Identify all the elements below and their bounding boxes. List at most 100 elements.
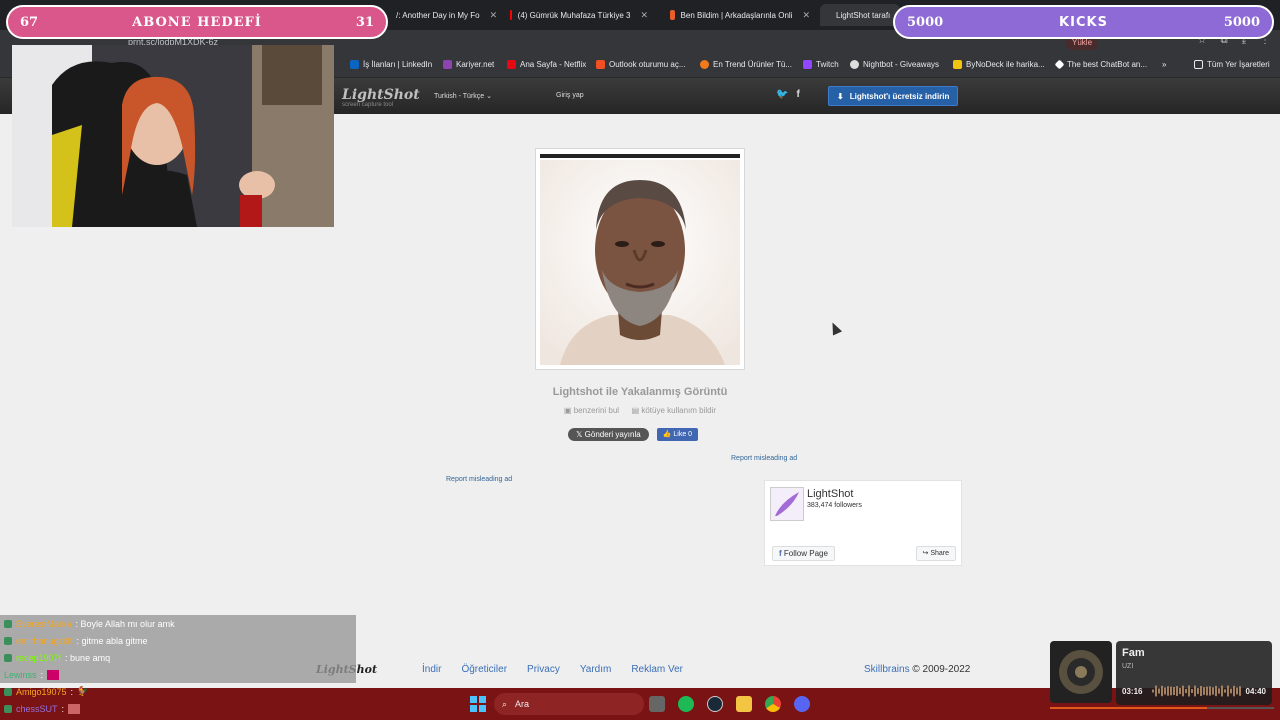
screenshot-top-bar — [540, 154, 740, 158]
facebook-page-widget: LightShot 383,474 followers f Follow Pag… — [764, 480, 962, 566]
report-misleading-ad-link[interactable]: Report misleading ad — [446, 476, 512, 483]
track-progress-bar — [1050, 707, 1274, 709]
footer-link-download[interactable]: İndir — [422, 664, 441, 675]
goal-target: 5000 — [1223, 14, 1260, 30]
close-icon[interactable]: ✕ — [640, 10, 648, 21]
chat-username: Lewinss — [4, 669, 37, 680]
badge-icon — [4, 619, 12, 628]
bookmark-linkedin[interactable]: İş İlanları | LinkedIn — [350, 60, 432, 69]
chat-message: Lewinss: — [0, 666, 356, 683]
steam-icon[interactable] — [707, 696, 723, 712]
goal-current: 67 — [20, 14, 39, 30]
chat-message: recep1907f: bune amq — [0, 649, 356, 666]
lightshot-logo[interactable]: LightShot — [342, 87, 420, 103]
browser-tab-2[interactable]: (4) Gümrük Muhafaza Türkiye 3 ✕ — [500, 4, 658, 26]
share-buttons: 𝕏 Gönderi yayınla 👍 Like 0 — [568, 428, 699, 441]
goal-current: 5000 — [907, 14, 944, 30]
chrome-icon[interactable] — [765, 696, 781, 712]
mouse-cursor-icon — [827, 320, 843, 336]
page-followers: 383,474 followers — [807, 502, 862, 509]
like-button[interactable]: 👍 Like 0 — [656, 428, 699, 441]
chat-text: : Boyle Allah mı olur amk — [75, 618, 175, 629]
subscriber-goal-bar: 67 ABONE HEDEFİ 31 — [6, 5, 388, 39]
close-icon[interactable]: ✕ — [802, 10, 810, 21]
footer-link-privacy[interactable]: Privacy — [527, 664, 560, 675]
more-bookmarks-button[interactable]: » — [1162, 60, 1166, 69]
bookmark-label: Outlook oturumu aç... — [609, 60, 686, 69]
twitter-icon[interactable]: 🐦 — [776, 89, 788, 100]
microsoft-icon — [596, 60, 605, 69]
footer-link-advertise[interactable]: Reklam Ver — [631, 664, 683, 675]
screenshot-caption: Lightshot ile Yakalanmış Görüntü — [552, 386, 728, 398]
footer-copyright: Skillbrains © 2009-2022 — [864, 664, 970, 675]
file-explorer-icon[interactable] — [736, 696, 752, 712]
skillbrains-link[interactable]: Skillbrains — [864, 664, 910, 675]
follow-page-button[interactable]: f Follow Page — [772, 546, 835, 561]
taskbar-search[interactable]: ⌕ Ara — [494, 693, 644, 715]
windows-start-icon[interactable] — [470, 696, 486, 712]
report-misleading-ad-link[interactable]: Report misleading ad — [731, 455, 797, 462]
close-icon[interactable]: ✕ — [490, 10, 498, 21]
screenshot-image[interactable] — [540, 160, 740, 365]
facebook-icon[interactable]: f — [796, 89, 799, 100]
download-button[interactable]: ⬇ Lightshot'ı ücretsiz indirin — [828, 86, 959, 106]
language-select[interactable]: Turkish - Türkçe ⌄ — [434, 92, 492, 100]
screenshot-actions: ▣ benzerini bul ▤ kötüye kullanım bildir — [0, 406, 1280, 415]
browser-tab-4[interactable]: LightShot tarafı — [820, 4, 900, 26]
bookmark-bynodeck[interactable]: ByNoDeck ile harika... — [953, 60, 1045, 69]
tweet-button[interactable]: 𝕏 Gönderi yayınla — [568, 428, 649, 441]
footer-links: İndir Öğreticiler Privacy Yardım Reklam … — [422, 664, 683, 675]
share-button[interactable]: ↪ Share — [915, 546, 956, 561]
bookmark-nightbot[interactable]: Nightbot - Giveaways — [850, 60, 939, 69]
badge-icon — [4, 704, 12, 713]
language-label: Turkish - Türkçe — [434, 93, 485, 100]
chat-text: : bune amq — [65, 652, 111, 663]
footer-link-help[interactable]: Yardım — [580, 664, 612, 675]
chat-message: chessSUT: — [0, 700, 356, 717]
emote-icon: 🐓 — [77, 686, 89, 696]
bookmark-chatbot[interactable]: The best ChatBot an... — [1054, 59, 1148, 70]
bookmark-label: Tüm Yer İşaretleri — [1207, 60, 1270, 69]
bookmark-outlook[interactable]: Outlook oturumu aç... — [596, 60, 685, 69]
file-view-icon[interactable] — [649, 696, 665, 712]
all-bookmarks-folder[interactable]: Tüm Yer İşaretleri — [1194, 60, 1270, 69]
tab-label: (4) Gümrük Muhafaza Türkiye 3 — [517, 10, 631, 20]
chatbot-icon — [1054, 59, 1065, 70]
chat-text: : — [40, 669, 44, 680]
track-artist: UZI — [1122, 663, 1134, 670]
album-art — [1050, 641, 1112, 703]
follow-label: Follow Page — [783, 549, 828, 558]
folder-icon — [1194, 60, 1203, 69]
page-avatar[interactable] — [770, 487, 804, 521]
find-similar-link[interactable]: benzerini bul — [574, 406, 619, 415]
bookmark-label: İş İlanları | LinkedIn — [363, 60, 433, 69]
page-name[interactable]: LightShot — [807, 488, 853, 500]
browser-tab-1[interactable]: /: Another Day in My Fo ✕ — [380, 4, 500, 26]
report-abuse-link[interactable]: kötüye kullanım bildir — [641, 406, 716, 415]
social-links: 🐦 f — [776, 89, 800, 100]
now-playing-widget: Fam UZI 03:16 04:40 — [1050, 641, 1274, 709]
bookmark-twitch[interactable]: Twitch — [803, 60, 839, 69]
tweet-button-label: Gönderi yayınla — [584, 430, 641, 439]
bookmark-label: The best ChatBot an... — [1067, 60, 1148, 69]
chat-message: EverestMarka: Boyle Allah mı olur amk — [0, 615, 356, 632]
discord-icon[interactable] — [794, 696, 810, 712]
bookmark-label: Ana Sayfa - Netflix — [520, 60, 587, 69]
bookmark-trendyol[interactable]: En Trend Ürünler Tü... — [700, 60, 792, 69]
login-link[interactable]: Giriş yap — [556, 92, 584, 99]
chat-message: Amigo19075: 🐓 — [0, 683, 356, 700]
footer-link-tutorials[interactable]: Öğreticiler — [461, 664, 507, 675]
browser-tab-3[interactable]: Ben Bildim | Arkadaşlarınla Onli ✕ — [660, 4, 820, 26]
download-button-label: Lightshot'ı ücretsiz indirin — [849, 91, 950, 101]
bookmark-netflix[interactable]: Ana Sayfa - Netflix — [507, 60, 586, 69]
track-info: Fam UZI 03:16 04:40 — [1116, 641, 1272, 705]
spotify-icon[interactable] — [678, 696, 694, 712]
bookmark-kariyer[interactable]: Kariyer.net — [443, 60, 494, 69]
bookmark-label: ByNoDeck ile harika... — [966, 60, 1045, 69]
portrait-photo — [540, 160, 740, 365]
trash-icon: ▤ — [631, 406, 640, 415]
download-icon: ⬇ — [837, 91, 844, 101]
chat-username: chessSUT — [16, 703, 58, 714]
track-title: Fam — [1122, 647, 1145, 659]
copyright-text: © 2009-2022 — [912, 664, 971, 675]
